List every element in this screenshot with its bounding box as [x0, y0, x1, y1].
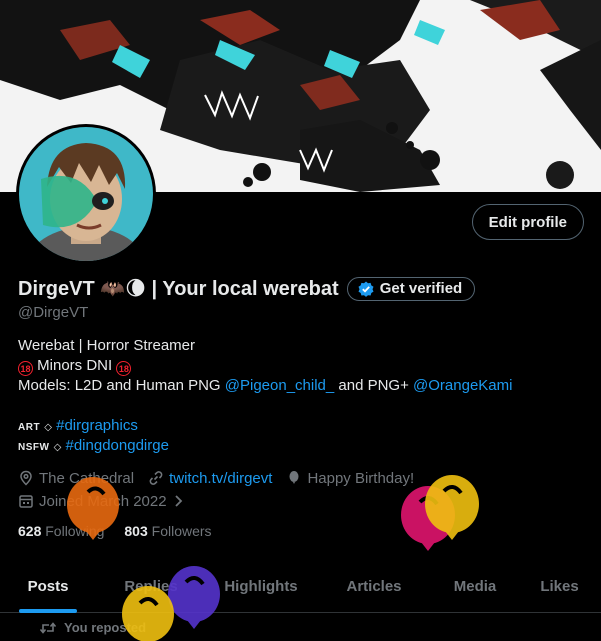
get-verified-button[interactable]: Get verified — [346, 276, 476, 301]
repost-indicator: You reposted — [40, 620, 146, 635]
location-label: The Cathedral — [39, 469, 135, 487]
tab-label: Replies — [124, 578, 178, 595]
nsfw-label: NSFW — [18, 442, 50, 453]
hashtag-link[interactable]: #dingdongdirge — [66, 437, 169, 454]
location: The Cathedral — [18, 470, 134, 487]
diamond-icon: ◇ — [44, 422, 52, 433]
get-verified-label: Get verified — [379, 280, 463, 297]
location-pin-icon — [20, 470, 32, 486]
tab-replies[interactable]: Replies — [96, 560, 206, 613]
profile-bio: Werebat | Horror Streamer 18 Minors DNI … — [18, 336, 512, 456]
art-label: ART — [18, 422, 41, 433]
tab-label: Articles — [346, 578, 402, 595]
balloon-icon — [425, 475, 479, 540]
avatar-image — [19, 127, 153, 261]
following-label: Following — [45, 523, 105, 539]
mention-link[interactable]: @OrangeKami — [413, 377, 512, 394]
tab-label: Media — [453, 578, 497, 595]
tab-articles[interactable]: Articles — [316, 560, 432, 613]
join-date[interactable]: Joined March 2022 — [18, 493, 184, 510]
following-link[interactable]: 628 Following — [18, 523, 104, 539]
bio-text: and PNG+ — [334, 377, 414, 394]
age-18-icon: 18 — [116, 361, 132, 376]
bio-line: ART ◇ #dirgraphics — [18, 416, 512, 436]
balloon-icon — [401, 486, 455, 551]
chevron-right-icon — [174, 495, 182, 507]
display-name: DirgeVT 🦇🌘 | Your local werebat — [18, 278, 339, 300]
profile-handle: @DirgeVT — [18, 304, 89, 321]
calendar-icon — [19, 495, 33, 508]
tab-label: Likes — [540, 578, 579, 595]
tab-highlights[interactable]: Highlights — [206, 560, 316, 613]
profile-tabs: Posts Replies Highlights Articles Media … — [0, 560, 601, 613]
active-tab-indicator — [19, 609, 77, 613]
bio-line: Werebat | Horror Streamer — [18, 337, 196, 354]
bio-text: Models: L2D and Human PNG — [18, 377, 225, 394]
followers-label: Followers — [151, 523, 212, 539]
bio-line: Models: L2D and Human PNG @Pigeon_child_… — [18, 376, 512, 396]
birthday-label: Happy Birthday! — [307, 469, 415, 487]
birthday: Happy Birthday! — [286, 470, 414, 487]
followers-count: 803 — [124, 523, 148, 539]
avatar[interactable] — [16, 124, 156, 264]
bio-text: Minors DNI — [37, 357, 113, 374]
verified-badge-icon — [358, 281, 374, 297]
bio-line: 18 Minors DNI 18 — [18, 356, 512, 376]
repost-label: You reposted — [64, 620, 147, 635]
balloon-icon — [289, 471, 299, 484]
repost-icon — [40, 621, 56, 634]
tab-posts[interactable]: Posts — [0, 560, 96, 613]
website-link[interactable]: twitch.tv/dirgevt — [169, 470, 272, 487]
tab-likes[interactable]: Likes — [518, 560, 601, 613]
diamond-icon: ◇ — [53, 442, 62, 453]
followers-link[interactable]: 803 Followers — [124, 523, 211, 539]
tab-label: Posts — [27, 578, 69, 595]
link-icon — [149, 471, 163, 485]
following-count: 628 — [18, 523, 42, 539]
age-18-icon: 18 — [18, 361, 33, 376]
tab-media[interactable]: Media — [432, 560, 518, 613]
hashtag-link[interactable]: #dirgraphics — [56, 417, 138, 434]
edit-profile-button[interactable]: Edit profile — [471, 204, 584, 240]
bio-line: NSFW ◇ #dingdongdirge — [18, 436, 512, 456]
tab-label: Highlights — [224, 578, 298, 595]
join-date-label: Joined March 2022 — [39, 492, 167, 510]
mention-link[interactable]: @Pigeon_child_ — [225, 377, 334, 394]
website[interactable]: twitch.tv/dirgevt — [148, 470, 272, 487]
